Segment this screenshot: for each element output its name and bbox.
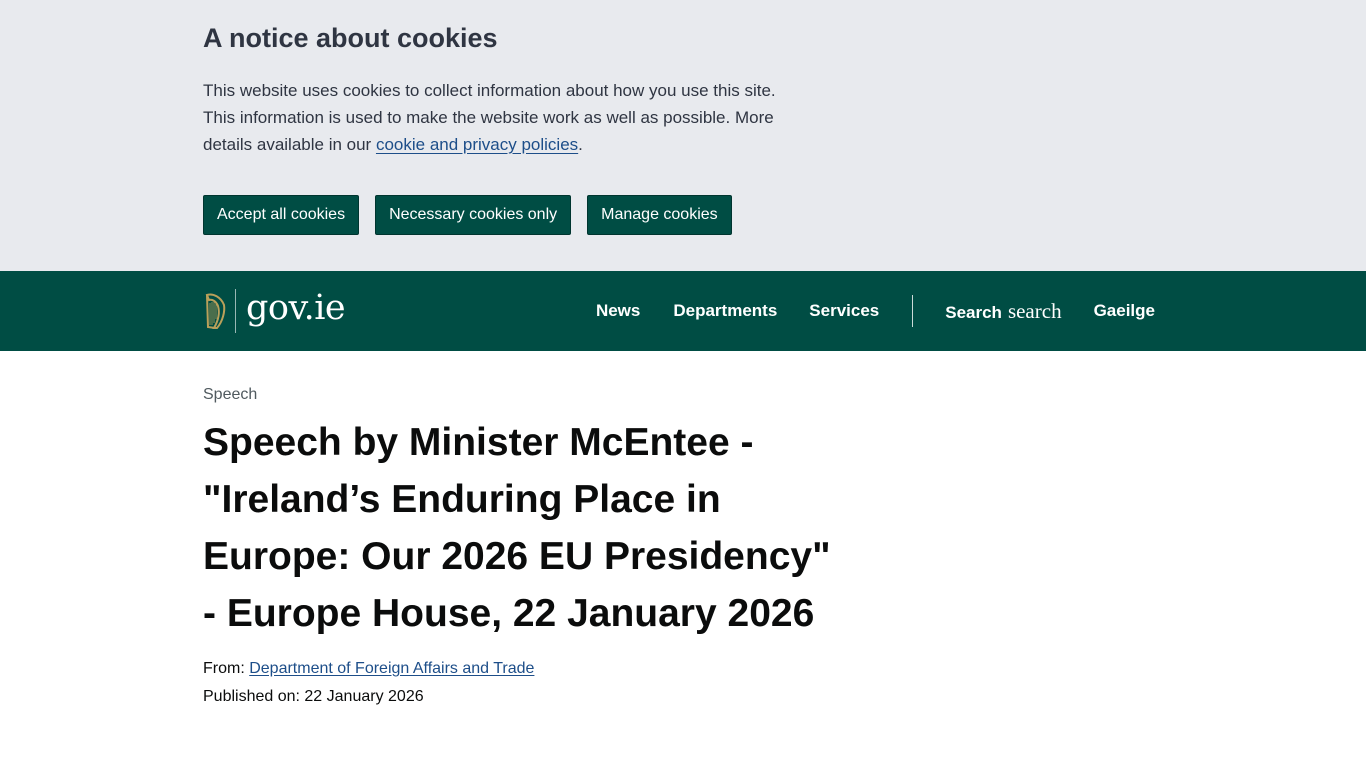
published-label: Published on: <box>203 688 305 705</box>
cookie-button-group: Accept all cookies Necessary cookies onl… <box>203 195 1163 235</box>
search-label: Search <box>945 302 1002 322</box>
necessary-cookies-button[interactable]: Necessary cookies only <box>375 195 572 235</box>
page-metadata: From: Department of Foreign Affairs and … <box>203 655 1163 711</box>
nav-departments-link[interactable]: Departments <box>673 301 777 321</box>
language-toggle-link[interactable]: Gaeilge <box>1094 301 1155 321</box>
manage-cookies-button[interactable]: Manage cookies <box>587 195 732 235</box>
from-line: From: Department of Foreign Affairs and … <box>203 655 1163 683</box>
logo-text: gov.ie <box>246 288 346 328</box>
main-content: Speech Speech by Minister McEntee - "Ire… <box>0 351 1366 711</box>
cookie-banner-title: A notice about cookies <box>203 23 498 53</box>
nav-news-link[interactable]: News <box>596 301 640 321</box>
harp-icon <box>205 293 226 329</box>
content-type-label: Speech <box>203 386 258 403</box>
logo-divider <box>235 289 236 333</box>
home-logo-link[interactable]: gov.ie <box>203 288 346 333</box>
cookie-banner: A notice about cookies This website uses… <box>0 0 1366 271</box>
site-header: gov.ie News Departments Services Search … <box>0 271 1366 351</box>
published-date: 22 January 2026 <box>304 688 424 705</box>
nav-services-link[interactable]: Services <box>809 301 879 321</box>
published-line: Published on: 22 January 2026 <box>203 683 1163 711</box>
department-link[interactable]: Department of Foreign Affairs and Trade <box>249 660 534 677</box>
accept-all-cookies-button[interactable]: Accept all cookies <box>203 195 360 235</box>
page-title: Speech by Minister McEntee - "Ireland’s … <box>203 421 831 635</box>
search-link[interactable]: Search search <box>945 299 1061 324</box>
nav-divider <box>912 295 914 327</box>
search-icon: search <box>1007 298 1062 323</box>
cookie-banner-text: This website uses cookies to collect inf… <box>203 77 783 158</box>
cookie-policy-link[interactable]: cookie and privacy policies <box>376 135 578 154</box>
main-navigation: News Departments Services Search search … <box>596 271 1155 351</box>
cookie-text-end: . <box>578 135 583 154</box>
from-label: From: <box>203 660 250 677</box>
